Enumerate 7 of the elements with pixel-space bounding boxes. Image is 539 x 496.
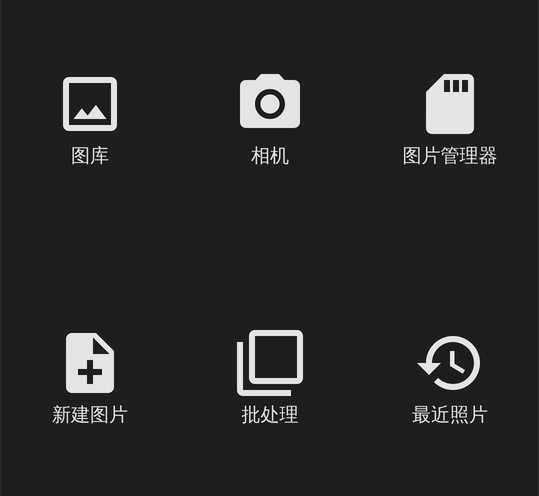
stacked-squares-icon — [234, 327, 306, 399]
app-tile-button[interactable]: 图片管理器 — [402, 68, 498, 169]
app-tile-button[interactable]: 新建图片 — [52, 327, 128, 428]
app-tile-button[interactable]: 批处理 — [234, 327, 306, 428]
app-tile-button[interactable]: 图库 — [54, 68, 126, 169]
app-tile-button[interactable]: 相机 — [234, 68, 306, 169]
app-tile-button[interactable]: 最近照片 — [412, 327, 488, 428]
